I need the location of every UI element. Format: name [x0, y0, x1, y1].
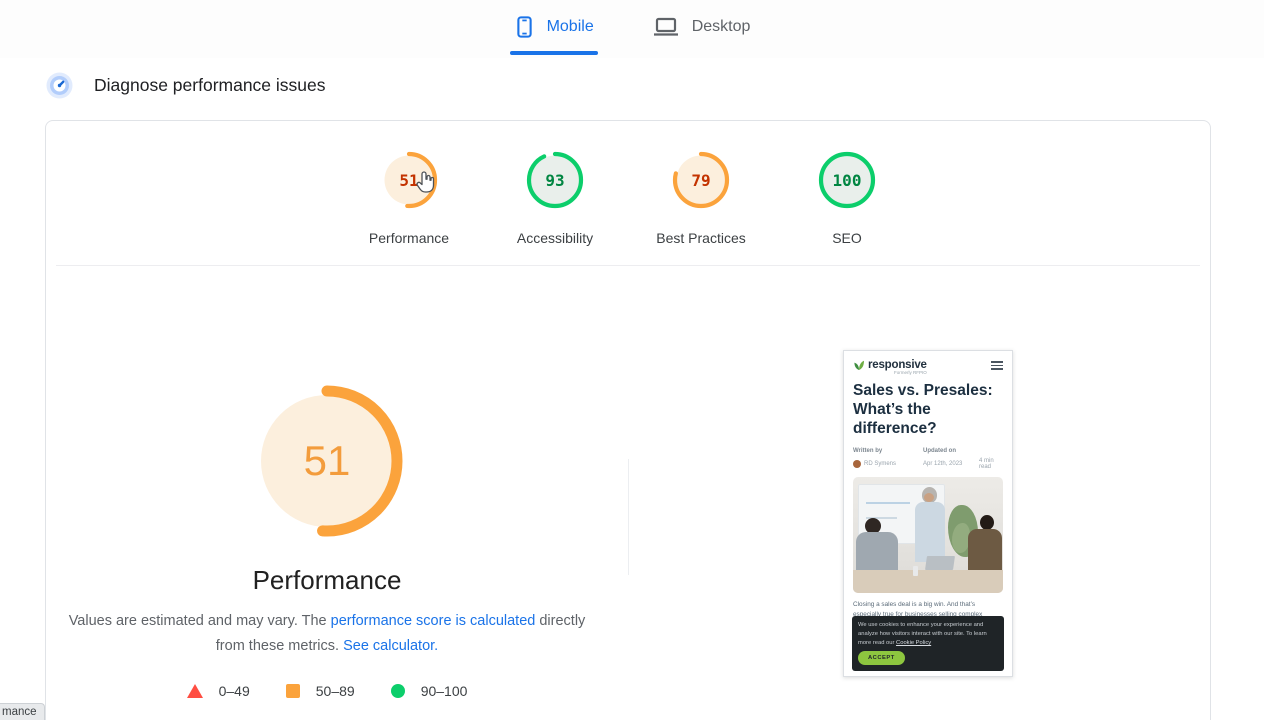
- photo-person: [968, 529, 1002, 574]
- photo-person: [980, 515, 994, 530]
- tab-mobile-label: Mobile: [547, 18, 594, 36]
- score-value: 100: [818, 151, 876, 209]
- score-label: SEO: [832, 230, 862, 246]
- score-calculation-link[interactable]: performance score is calculated: [331, 613, 536, 629]
- written-by-label: Written by: [853, 448, 923, 454]
- good-circle-icon: [391, 684, 405, 698]
- gauge-accessibility[interactable]: 93 Accessibility: [482, 151, 628, 246]
- active-tab-underline: [510, 51, 598, 55]
- legend-item-average: 50–89: [286, 683, 355, 699]
- score-value: 79: [672, 151, 730, 209]
- average-square-icon: [286, 684, 300, 698]
- author-avatar: [853, 460, 861, 468]
- device-tabbar: Mobile Desktop: [0, 0, 1264, 58]
- gauge-performance[interactable]: 51 Performance: [336, 151, 482, 246]
- score-value: 93: [526, 151, 584, 209]
- score-value: 51: [380, 151, 438, 209]
- photo-laptop: [925, 556, 955, 570]
- performance-section-title: Performance: [87, 565, 567, 596]
- legend-range: 90–100: [421, 683, 468, 699]
- performance-description: Values are estimated and may vary. The p…: [67, 609, 587, 659]
- page-title: Diagnose performance issues: [94, 75, 326, 96]
- author-name: RD Symens: [864, 461, 896, 467]
- score-legend: 0–49 50–89 90–100: [87, 683, 567, 699]
- preview-site-header: responsive Formerly RFPIO: [853, 359, 1003, 375]
- gauge-ring: 100: [818, 151, 876, 209]
- page-screenshot-thumbnail: responsive Formerly RFPIO Sales vs. Pres…: [843, 350, 1013, 677]
- leaf-logo-icon: [853, 359, 865, 371]
- phone-icon: [514, 14, 535, 40]
- photo-glass: [913, 566, 918, 576]
- gauge-ring: 79: [672, 151, 730, 209]
- author-row: RD Symens: [853, 460, 923, 468]
- gauge-ring: 51: [380, 151, 438, 209]
- legend-range: 50–89: [316, 683, 355, 699]
- read-time: 4 min read: [979, 458, 1003, 470]
- updated-on-label: Updated on: [923, 448, 979, 454]
- score-label: Accessibility: [517, 230, 593, 246]
- fail-triangle-icon: [187, 684, 203, 698]
- accept-cookies-button: ACCEPT: [858, 651, 905, 665]
- article-byline: Written by Updated on RD Symens Apr 12th…: [853, 448, 1003, 470]
- article-hero-image: [853, 477, 1003, 593]
- score-label: Best Practices: [656, 230, 745, 246]
- browser-status-bubble: mance: [0, 703, 45, 720]
- article-title: Sales vs. Presales: What’s the differenc…: [853, 382, 1003, 439]
- article-date: Apr 12th, 2023: [923, 461, 979, 467]
- gauge-ring: 51: [247, 381, 407, 541]
- big-score-value: 51: [247, 381, 407, 541]
- score-gauges-row: 51 Performance 93 Accessibility 79: [46, 151, 1210, 246]
- big-performance-gauge: 51: [247, 381, 407, 541]
- photo-table: [853, 570, 1003, 593]
- legend-range: 0–49: [219, 683, 250, 699]
- site-tagline: Formerly RFPIO: [868, 370, 927, 375]
- preview-site-logo: responsive Formerly RFPIO: [853, 359, 927, 375]
- gauge-ring: 93: [526, 151, 584, 209]
- tab-desktop-label: Desktop: [692, 18, 751, 36]
- section-header: Diagnose performance issues: [46, 72, 326, 99]
- vertical-divider: [628, 459, 629, 575]
- see-calculator-link[interactable]: See calculator.: [343, 638, 438, 654]
- tab-mobile[interactable]: Mobile: [512, 0, 596, 58]
- logo-text-column: responsive Formerly RFPIO: [868, 359, 927, 375]
- cookie-policy-link: Cookie Policy: [896, 640, 931, 646]
- status-url-fragment: mance: [2, 706, 37, 718]
- tab-desktop[interactable]: Desktop: [650, 0, 753, 58]
- cookie-banner: We use cookies to enhance your experienc…: [852, 616, 1004, 671]
- horizontal-divider: [56, 265, 1200, 266]
- legend-item-good: 90–100: [391, 683, 468, 699]
- gauge-seo[interactable]: 100 SEO: [774, 151, 920, 246]
- gauge-best-practices[interactable]: 79 Best Practices: [628, 151, 774, 246]
- laptop-icon: [652, 15, 680, 39]
- report-card: 51 Performance 93 Accessibility 79: [45, 120, 1211, 720]
- legend-item-fail: 0–49: [187, 683, 250, 699]
- speedometer-icon: [46, 72, 73, 99]
- hamburger-icon: [991, 361, 1003, 370]
- description-text: Values are estimated and may vary. The: [69, 613, 331, 629]
- photo-person: [915, 502, 945, 562]
- score-label: Performance: [369, 230, 449, 246]
